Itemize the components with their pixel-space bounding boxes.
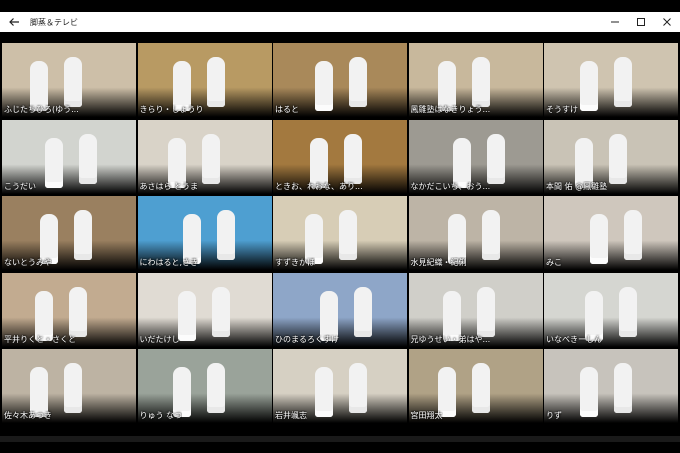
video-tile[interactable]: みこ — [544, 196, 678, 270]
person-figure — [79, 133, 97, 184]
person-figure — [590, 214, 608, 264]
participant-name: いだたけし — [139, 334, 180, 344]
participant-name: みこ — [546, 258, 562, 267]
participant-name: すずきかほ — [275, 258, 315, 267]
participant-name: りず — [546, 411, 562, 420]
person-figure — [211, 286, 230, 337]
video-tile[interactable]: そうすけ — [544, 43, 678, 117]
person-figure — [64, 363, 82, 413]
maximize-button[interactable] — [628, 12, 654, 32]
person-figure — [206, 363, 225, 413]
video-tile[interactable]: すずきかほ — [273, 196, 407, 270]
video-tile[interactable]: きらり・しょうり — [137, 43, 272, 117]
person-figure — [624, 210, 642, 260]
participant-name: 岩井颯志 — [275, 411, 307, 420]
person-figure — [64, 57, 82, 107]
participant-name: りゅう なつ — [139, 411, 183, 420]
close-icon — [663, 18, 671, 26]
video-tile[interactable]: ないとうみや — [2, 196, 136, 270]
participant-name: ふじたちひろ(ゆう... — [4, 105, 79, 114]
person-figure — [177, 290, 196, 341]
participant-name: なかだこいち、おう... — [410, 181, 491, 191]
person-figure — [609, 133, 627, 184]
person-figure — [349, 57, 367, 107]
participant-name: そうすけ — [546, 105, 578, 114]
participant-name: 鳳雛塾はなきりょう... — [410, 105, 491, 114]
person-figure — [344, 133, 362, 184]
participant-name: こうだい — [4, 181, 36, 191]
video-feed — [544, 349, 678, 423]
video-feed — [544, 196, 678, 270]
participant-name: ひのまるろくすけ — [275, 334, 339, 344]
participant-name: 本間 佑 @鳳雛塾 — [546, 181, 608, 191]
participant-name: 兄ゆうせい・弟はや... — [410, 334, 491, 344]
person-figure — [206, 57, 225, 107]
video-tile[interactable]: なかだこいち、おう... — [408, 119, 543, 194]
person-figure — [614, 57, 632, 107]
video-tile[interactable]: 水見紀織・紀俐 — [408, 196, 543, 270]
video-tile[interactable]: 兄ゆうせい・弟はや... — [408, 272, 543, 347]
person-figure — [580, 61, 598, 111]
person-figure — [471, 363, 490, 413]
minimize-icon — [611, 21, 619, 23]
person-figure — [201, 133, 220, 184]
video-tile[interactable]: りず — [544, 349, 678, 423]
participant-name: 水見紀織・紀俐 — [410, 258, 467, 267]
person-figure — [45, 137, 63, 188]
participant-name: あさはら とうま — [139, 181, 199, 191]
video-tile[interactable]: 鳳雛塾はなきりょう... — [408, 43, 543, 117]
video-grid: ふじたちひろ(ゆう... きらり・しょうり はると 鳳雛塾はなきりょう... そうすけこ… — [2, 43, 678, 428]
back-arrow-icon — [9, 18, 19, 26]
person-figure — [486, 133, 505, 184]
video-tile[interactable]: あさはら とうま — [137, 119, 272, 194]
video-tile[interactable]: はると — [273, 43, 407, 117]
person-figure — [216, 210, 235, 260]
video-tile[interactable]: こうだい — [2, 119, 136, 194]
participant-name: 平井りくと・さくと — [4, 334, 76, 344]
participant-name: ときお、れおな、あり... — [275, 181, 363, 191]
participant-name: 宮田翔太 — [410, 411, 443, 420]
video-tile[interactable]: にわはると,さき — [137, 196, 272, 270]
maximize-icon — [637, 18, 645, 26]
title-bar: 脚蒸＆テレビ — [0, 12, 680, 32]
minimize-button[interactable] — [602, 12, 628, 32]
close-button[interactable] — [654, 12, 680, 32]
participant-name: 佐々木あつき — [4, 411, 52, 420]
video-tile[interactable]: 平井りくと・さくと — [2, 272, 136, 347]
person-figure — [354, 286, 372, 337]
person-figure — [349, 363, 367, 413]
person-figure — [315, 61, 333, 111]
person-figure — [619, 286, 637, 337]
person-figure — [69, 286, 87, 337]
participant-name: にわはると,さき — [139, 258, 199, 267]
video-tile[interactable]: 岩井颯志 — [273, 349, 407, 423]
person-figure — [339, 210, 357, 260]
video-tile[interactable]: いなべきーしん — [544, 272, 678, 347]
video-tile[interactable]: ときお、れおな、あり... — [273, 119, 407, 194]
person-figure — [580, 367, 598, 417]
participant-name: きらり・しょうり — [139, 105, 204, 114]
participant-name: いなべきーしん — [546, 334, 602, 344]
bottom-bar — [0, 436, 680, 442]
video-tile[interactable]: 本間 佑 @鳳雛塾 — [544, 119, 678, 194]
back-button[interactable] — [0, 12, 28, 32]
video-tile[interactable]: ふじたちひろ(ゆう... — [2, 43, 136, 117]
video-tile[interactable]: いだたけし — [137, 272, 272, 347]
video-tile[interactable]: 佐々木あつき — [2, 349, 136, 423]
person-figure — [481, 210, 500, 260]
person-figure — [614, 363, 632, 413]
person-figure — [471, 57, 490, 107]
participant-name: はると — [275, 105, 299, 114]
participant-name: ないとうみや — [4, 258, 52, 267]
person-figure — [476, 286, 495, 337]
video-tile[interactable]: 宮田翔太 — [408, 349, 543, 423]
window-title: 脚蒸＆テレビ — [30, 17, 78, 27]
person-figure — [315, 367, 333, 417]
video-tile[interactable]: ひのまるろくすけ — [273, 272, 407, 347]
person-figure — [74, 210, 92, 260]
video-tile[interactable]: りゅう なつ — [137, 349, 272, 423]
